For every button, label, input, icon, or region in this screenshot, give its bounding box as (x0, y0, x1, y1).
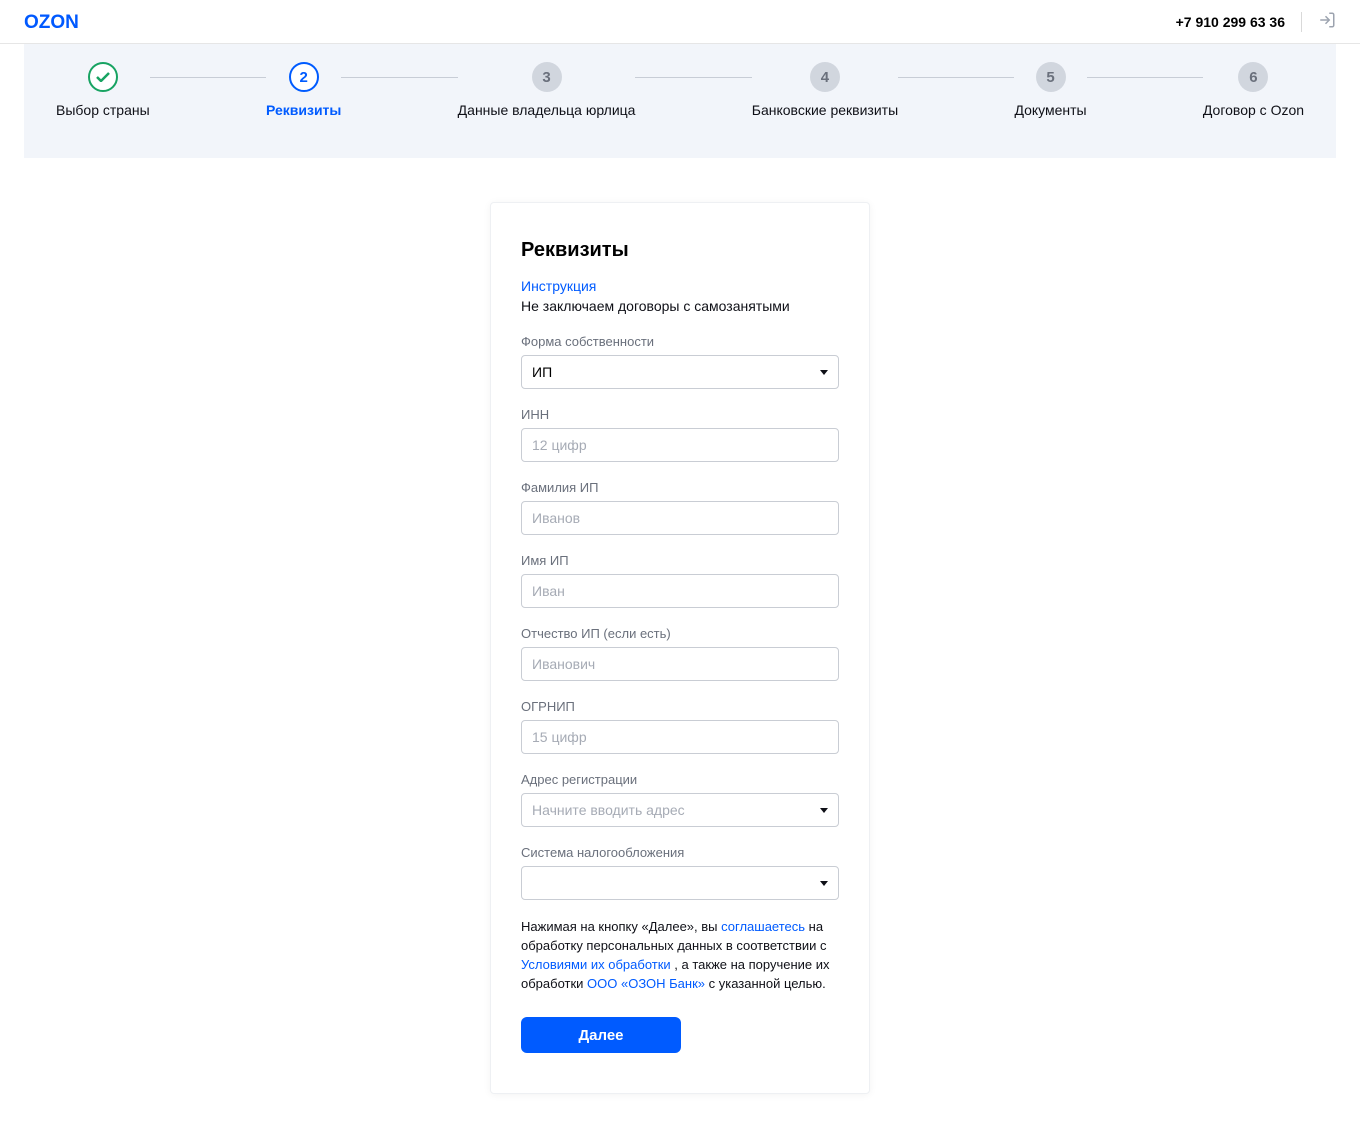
step-5: 5 Документы (1014, 62, 1086, 138)
svg-text:OZON: OZON (24, 13, 79, 31)
step-6: 6 Договор с Ozon (1203, 62, 1304, 138)
consent-link-bank[interactable]: ООО «ОЗОН Банк» (587, 976, 705, 991)
instruction-link[interactable]: Инструкция (521, 278, 596, 294)
header: OZON +7 910 299 63 36 (0, 0, 1360, 44)
inn-input[interactable] (521, 428, 839, 462)
step-label: Банковские реквизиты (752, 102, 898, 118)
step-circle-pending: 5 (1036, 62, 1066, 92)
steps-bar: Выбор страны 2 Реквизиты 3 Данные владел… (24, 44, 1336, 158)
consent-text: Нажимая на кнопку «Далее», вы соглашаете… (521, 918, 839, 993)
step-circle-pending: 3 (532, 62, 562, 92)
step-circle-pending: 6 (1238, 62, 1268, 92)
step-connector (150, 77, 266, 78)
consent-link-agree[interactable]: соглашаетесь (721, 919, 805, 934)
chevron-down-icon (820, 370, 828, 375)
address-label: Адрес регистрации (521, 772, 839, 787)
step-label: Выбор страны (56, 102, 150, 118)
address-placeholder: Начните вводить адрес (532, 802, 685, 818)
form-card: Реквизиты Инструкция Не заключаем догово… (490, 202, 870, 1094)
logo[interactable]: OZON (24, 13, 98, 31)
step-circle-pending: 4 (810, 62, 840, 92)
next-button[interactable]: Далее (521, 1017, 681, 1053)
lastname-label: Фамилия ИП (521, 480, 839, 495)
ownership-value: ИП (532, 364, 552, 380)
step-label: Данные владельца юрлица (458, 102, 636, 118)
phone-number: +7 910 299 63 36 (1176, 14, 1285, 30)
ogrnip-input[interactable] (521, 720, 839, 754)
consent-link-terms[interactable]: Условиями их обработки (521, 957, 671, 972)
step-label: Реквизиты (266, 102, 341, 118)
step-label: Договор с Ozon (1203, 102, 1304, 118)
step-circle-active: 2 (289, 62, 319, 92)
step-2: 2 Реквизиты (266, 62, 341, 138)
ogrnip-label: ОГРНИП (521, 699, 839, 714)
step-connector (635, 77, 751, 78)
ownership-label: Форма собственности (521, 334, 839, 349)
step-1: Выбор страны (56, 62, 150, 138)
tax-select[interactable] (521, 866, 839, 900)
step-3: 3 Данные владельца юрлица (458, 62, 636, 138)
lastname-input[interactable] (521, 501, 839, 535)
divider (1301, 12, 1302, 32)
firstname-input[interactable] (521, 574, 839, 608)
warning-text: Не заключаем договоры с самозанятыми (521, 298, 839, 314)
logout-icon[interactable] (1318, 11, 1336, 32)
step-circle-done (88, 62, 118, 92)
patronymic-label: Отчество ИП (если есть) (521, 626, 839, 641)
firstname-label: Имя ИП (521, 553, 839, 568)
address-select[interactable]: Начните вводить адрес (521, 793, 839, 827)
step-connector (898, 77, 1014, 78)
step-connector (1087, 77, 1203, 78)
step-connector (341, 77, 457, 78)
chevron-down-icon (820, 808, 828, 813)
page-title: Реквизиты (521, 239, 839, 262)
chevron-down-icon (820, 881, 828, 886)
step-4: 4 Банковские реквизиты (752, 62, 898, 138)
ownership-select[interactable]: ИП (521, 355, 839, 389)
tax-label: Система налогообложения (521, 845, 839, 860)
inn-label: ИНН (521, 407, 839, 422)
patronymic-input[interactable] (521, 647, 839, 681)
step-label: Документы (1014, 102, 1086, 118)
